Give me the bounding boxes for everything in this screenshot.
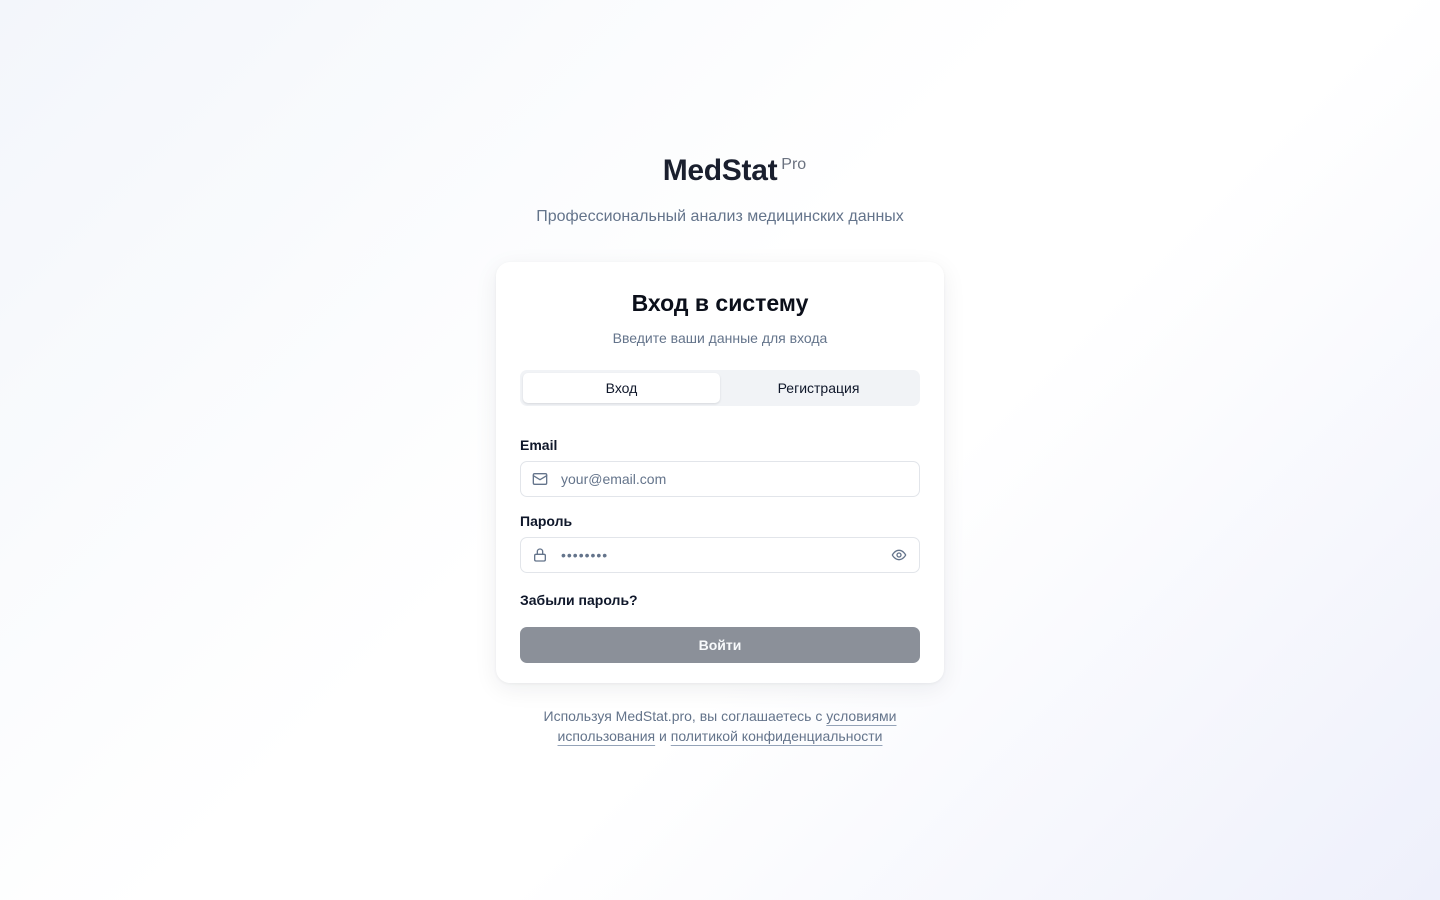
card-title: Вход в систему [631, 290, 809, 316]
brand-header: MedStat Pro Профессиональный анализ медиц… [0, 152, 1440, 226]
login-card: Вход в систему Введите ваши данные для в… [496, 262, 944, 683]
auth-tabs: Вход Регистрация [520, 370, 920, 406]
terms-notice: Используя MedStat.pro, вы соглашаетесь с… [520, 706, 920, 746]
terms-conjunction: и [659, 728, 667, 744]
lock-icon [532, 547, 548, 563]
tab-register[interactable]: Регистрация [720, 373, 917, 403]
email-label: Email [520, 437, 558, 453]
password-label: Пароль [520, 513, 573, 529]
card-subtitle: Введите ваши данные для входа [612, 330, 828, 346]
password-field-wrapper: •••••••• [520, 537, 920, 573]
logo-suffix: Pro [781, 156, 807, 173]
logo: MedStat Pro [662, 152, 806, 190]
tagline: Профессиональный анализ медицинских данн… [536, 208, 904, 225]
login-button[interactable]: Войти [520, 627, 920, 663]
email-field[interactable] [561, 464, 919, 494]
email-field-wrapper [520, 461, 920, 497]
password-field[interactable]: •••••••• [561, 547, 890, 563]
terms-prefix: Используя MedStat.pro, вы соглашаетесь с [543, 708, 823, 724]
mail-icon [532, 471, 548, 487]
logo-name: MedStat [662, 154, 778, 187]
privacy-policy-link[interactable]: политикой конфиденциальности [671, 728, 883, 744]
eye-icon[interactable] [890, 546, 908, 564]
tab-login[interactable]: Вход [523, 373, 720, 403]
forgot-password-link[interactable]: Забыли пароль? [520, 592, 638, 608]
